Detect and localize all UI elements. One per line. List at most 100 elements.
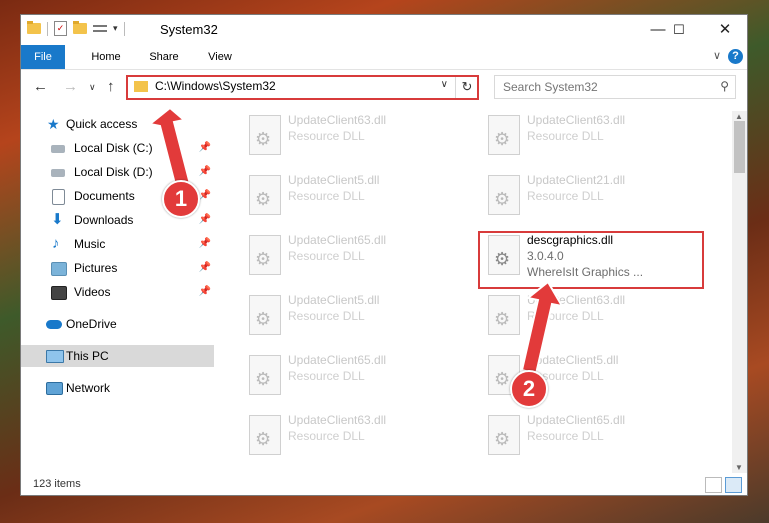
file-description: Resource DLL [288, 369, 365, 383]
file-item[interactable]: UpdateClient5.dll Resource DLL [241, 171, 461, 221]
pin-icon[interactable]: 📌 [199, 233, 211, 255]
sidebar-item-label: Quick access [66, 117, 138, 131]
file-name: UpdateClient63.dll [527, 113, 626, 127]
file-item[interactable]: UpdateClient63.dll Resource DLL [241, 111, 461, 161]
file-item[interactable]: UpdateClient63.dll Resource DLL [480, 291, 700, 341]
properties-check-icon[interactable]: ✓ [54, 21, 67, 36]
sidebar-item-music[interactable]: ♪ Music 📌 [21, 233, 214, 255]
title-bar: ✓ ▾ System32 — ☐ ✕ [21, 15, 747, 45]
file-name: UpdateClient5.dll [288, 293, 380, 307]
sidebar-item-label: Local Disk (C:) [74, 141, 153, 155]
dll-file-icon [249, 235, 281, 275]
sidebar-item-label: Videos [74, 285, 111, 299]
step-1-badge: 1 [162, 180, 200, 218]
computer-icon [46, 350, 64, 363]
tab-file[interactable]: File [21, 45, 65, 69]
file-highlight-box [478, 231, 704, 289]
search-box[interactable]: ⚲ [494, 75, 736, 99]
sidebar-item-label: Downloads [74, 213, 134, 227]
file-item[interactable]: UpdateClient21.dll Resource DLL [480, 171, 700, 221]
file-item[interactable]: UpdateClient65.dll Resource DLL [241, 231, 461, 281]
search-input[interactable] [501, 79, 705, 95]
scroll-up-icon[interactable]: ▲ [735, 112, 743, 121]
help-icon[interactable]: ? [728, 49, 743, 64]
scroll-down-icon[interactable]: ▼ [735, 463, 743, 472]
file-description: Resource DLL [288, 309, 365, 323]
sidebar-item-label: Pictures [74, 261, 118, 275]
sidebar-item-this-pc[interactable]: This PC [21, 345, 214, 367]
sidebar-item-onedrive[interactable]: OneDrive [21, 313, 214, 335]
recent-locations-dropdown[interactable]: ∨ [89, 82, 96, 93]
pin-icon[interactable]: 📌 [199, 281, 211, 303]
dll-file-icon [488, 295, 520, 335]
sidebar-item-label: This PC [66, 349, 109, 363]
back-button[interactable]: ← [33, 78, 48, 95]
tab-view[interactable]: View [197, 45, 243, 69]
vertical-scrollbar[interactable]: ▲ ▼ [732, 111, 747, 473]
search-icon[interactable]: ⚲ [720, 79, 729, 93]
customize-toolbar-dropdown[interactable]: ▾ [113, 23, 118, 34]
file-item[interactable]: UpdateClient63.dll Resource DLL [480, 111, 700, 161]
file-description: Resource DLL [288, 249, 365, 263]
pin-icon[interactable]: 📌 [199, 209, 211, 231]
file-description: Resource DLL [527, 189, 604, 203]
drive-icon [51, 145, 65, 153]
file-name: UpdateClient63.dll [288, 413, 387, 427]
network-icon [46, 382, 63, 395]
pin-icon[interactable]: 📌 [199, 137, 211, 159]
dll-file-icon [488, 175, 520, 215]
tab-home[interactable]: Home [81, 45, 131, 69]
dll-file-icon [488, 115, 520, 155]
customize-list-icon[interactable] [93, 23, 107, 35]
cloud-icon [46, 320, 62, 329]
tab-share[interactable]: Share [139, 45, 189, 69]
file-description: Resource DLL [288, 429, 365, 443]
documents-icon [52, 189, 65, 205]
drive-icon [51, 169, 65, 177]
pin-icon[interactable]: 📌 [199, 185, 211, 207]
file-item[interactable]: UpdateClient65.dll Resource DLL [480, 411, 700, 461]
file-description: Resource DLL [288, 129, 365, 143]
address-highlight-box [126, 75, 479, 100]
up-button[interactable]: ↑ [107, 78, 115, 95]
file-description: Resource DLL [527, 129, 604, 143]
sidebar-item-label: OneDrive [66, 317, 117, 331]
new-folder-icon[interactable] [73, 21, 87, 34]
folder-icon [27, 21, 41, 34]
ribbon: File Home Share View ∨ ? [21, 45, 747, 70]
sidebar-item-local-disk-c[interactable]: Local Disk (C:) 📌 [21, 137, 214, 159]
file-name: UpdateClient21.dll [527, 173, 626, 187]
dll-file-icon [249, 115, 281, 155]
pin-icon[interactable]: 📌 [199, 257, 211, 279]
status-bar: 123 items [21, 475, 747, 495]
file-description: Resource DLL [527, 309, 604, 323]
details-view-icon[interactable] [705, 477, 722, 493]
pictures-icon [51, 262, 67, 276]
file-item[interactable]: UpdateClient65.dll Resource DLL [241, 351, 461, 401]
video-icon [51, 286, 67, 300]
dll-file-icon [249, 295, 281, 335]
star-icon: ★ [47, 116, 60, 132]
sidebar-item-quick-access[interactable]: ★ Quick access [21, 113, 214, 135]
sidebar-item-pictures[interactable]: Pictures 📌 [21, 257, 214, 279]
sidebar-item-videos[interactable]: Videos 📌 [21, 281, 214, 303]
tiles-view-icon[interactable] [725, 477, 742, 493]
file-name: UpdateClient63.dll [527, 293, 626, 307]
file-item[interactable]: UpdateClient63.dll Resource DLL [241, 411, 461, 461]
dll-file-icon [488, 415, 520, 455]
scrollbar-thumb[interactable] [734, 121, 745, 173]
pin-icon[interactable]: 📌 [199, 161, 211, 183]
close-button[interactable]: ✕ [702, 15, 748, 45]
window-title: System32 [160, 22, 218, 37]
dll-file-icon [249, 175, 281, 215]
file-name: UpdateClient65.dll [527, 413, 626, 427]
ribbon-collapse-icon[interactable]: ∨ [713, 49, 721, 62]
file-description: Resource DLL [527, 429, 604, 443]
file-name: UpdateClient65.dll [288, 233, 387, 247]
explorer-window: ✓ ▾ System32 — ☐ ✕ File Home Share View … [20, 14, 748, 496]
maximize-button[interactable]: ☐ [656, 15, 702, 45]
file-item[interactable]: UpdateClient5.dll Resource DLL [241, 291, 461, 341]
forward-button[interactable]: → [63, 78, 78, 95]
download-icon: ⬇ [51, 211, 64, 228]
sidebar-item-network[interactable]: Network [21, 377, 214, 399]
